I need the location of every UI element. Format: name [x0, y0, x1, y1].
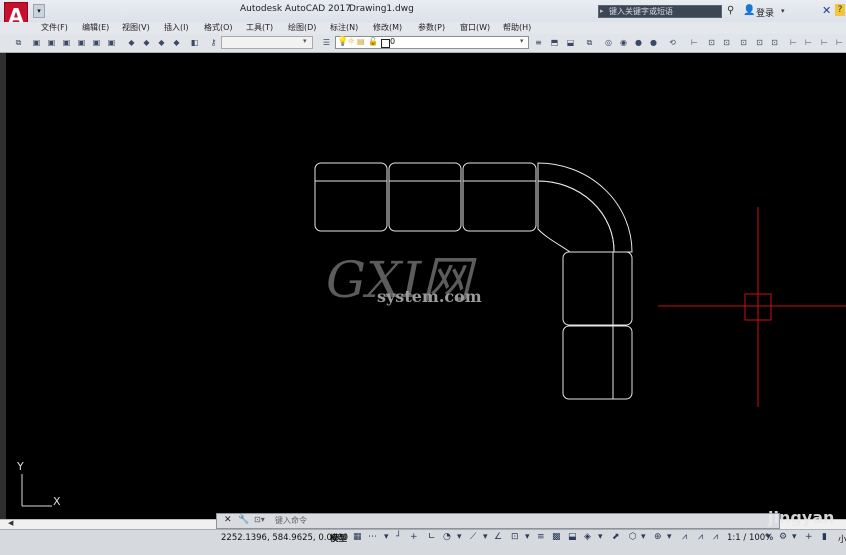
sofa-seat-5: [562, 325, 633, 400]
object-snap-icon[interactable]: ⊡: [511, 532, 519, 542]
scroll-left-icon[interactable]: ◀: [8, 519, 13, 527]
polar-icon[interactable]: ◔: [443, 532, 451, 542]
plus-icon[interactable]: +: [805, 532, 813, 542]
chevron-down-icon[interactable]: ▾: [457, 532, 462, 542]
sofa-seat-2: [388, 162, 462, 232]
grid-icon[interactable]: ▦: [353, 532, 362, 542]
chevron-down-icon[interactable]: ▾: [766, 532, 771, 542]
ortho-icon[interactable]: ∟: [428, 532, 436, 542]
ucs-y-label: Y: [17, 460, 24, 473]
chevron-down-icon[interactable]: ▾: [525, 532, 530, 542]
chevron-down-icon[interactable]: ▾: [483, 532, 488, 542]
sofa-seat-3: [462, 162, 537, 232]
watermark-jingyan: jingyan: [768, 508, 835, 527]
lineweight-icon[interactable]: ≡: [537, 532, 545, 542]
3d-osnap-icon[interactable]: ◈: [584, 532, 591, 542]
ucs-icon: [21, 474, 52, 507]
annotation-visibility-icon[interactable]: ⩘: [682, 532, 687, 542]
gear-icon[interactable]: ⚙: [779, 532, 787, 542]
command-input[interactable]: 键入命令: [275, 515, 307, 526]
snap-icon[interactable]: ⋯: [368, 532, 377, 542]
infer-constraints-icon[interactable]: ┘: [396, 532, 401, 542]
close-icon[interactable]: ✕: [224, 515, 232, 525]
object-snap-tracking-icon[interactable]: ∠: [494, 532, 502, 542]
clean-screen-icon[interactable]: ▮: [822, 532, 827, 542]
ucs-x-label: X: [53, 495, 61, 508]
dynamic-ucs-icon[interactable]: ⬈: [612, 532, 620, 542]
small-label: 小: [838, 535, 846, 545]
command-prompt-icon[interactable]: ⊡▾: [254, 515, 265, 524]
transparency-icon[interactable]: ▩: [552, 532, 561, 542]
model-space-button[interactable]: 模型: [330, 532, 347, 544]
watermark-site: system.com: [377, 287, 482, 306]
sofa-corner-back: [537, 162, 633, 253]
chevron-down-icon[interactable]: ▾: [384, 532, 389, 542]
dynamic-input-icon[interactable]: +: [410, 532, 418, 542]
sofa-corner-seat: [537, 180, 615, 253]
wrench-icon[interactable]: 🔧: [238, 515, 249, 525]
chevron-down-icon[interactable]: ▾: [641, 532, 646, 542]
status-bar: [0, 529, 846, 555]
selection-filter-icon[interactable]: ⬡: [629, 532, 637, 542]
auto-scale-icon[interactable]: ⩘: [698, 532, 703, 542]
chevron-down-icon[interactable]: ▾: [598, 532, 603, 542]
chevron-down-icon[interactable]: ▾: [667, 532, 672, 542]
gizmo-icon[interactable]: ⊕: [654, 532, 662, 542]
isodraft-icon[interactable]: ⟋: [470, 532, 476, 542]
selection-cycling-icon[interactable]: ⬓: [568, 532, 577, 542]
annotation-scale-icon[interactable]: ⩘: [713, 532, 718, 542]
sofa-seat-4: [562, 251, 633, 326]
sofa-seat-1: [314, 162, 388, 232]
chevron-down-icon[interactable]: ▾: [792, 532, 797, 542]
crosshair-cursor: [658, 207, 846, 407]
